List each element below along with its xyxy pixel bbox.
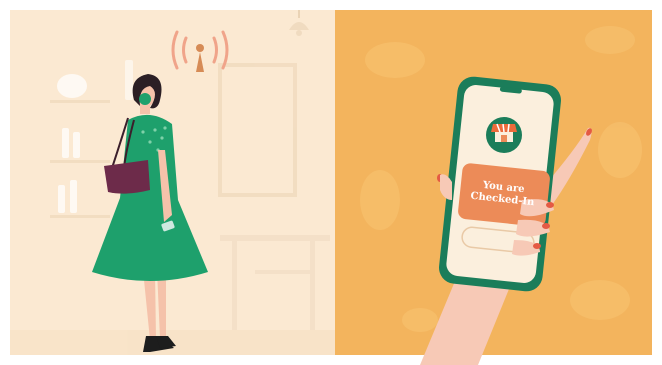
store-awning-icon xyxy=(486,117,522,153)
scene-artwork xyxy=(0,0,662,365)
illustration-scene: You are Checked-In xyxy=(0,0,662,365)
